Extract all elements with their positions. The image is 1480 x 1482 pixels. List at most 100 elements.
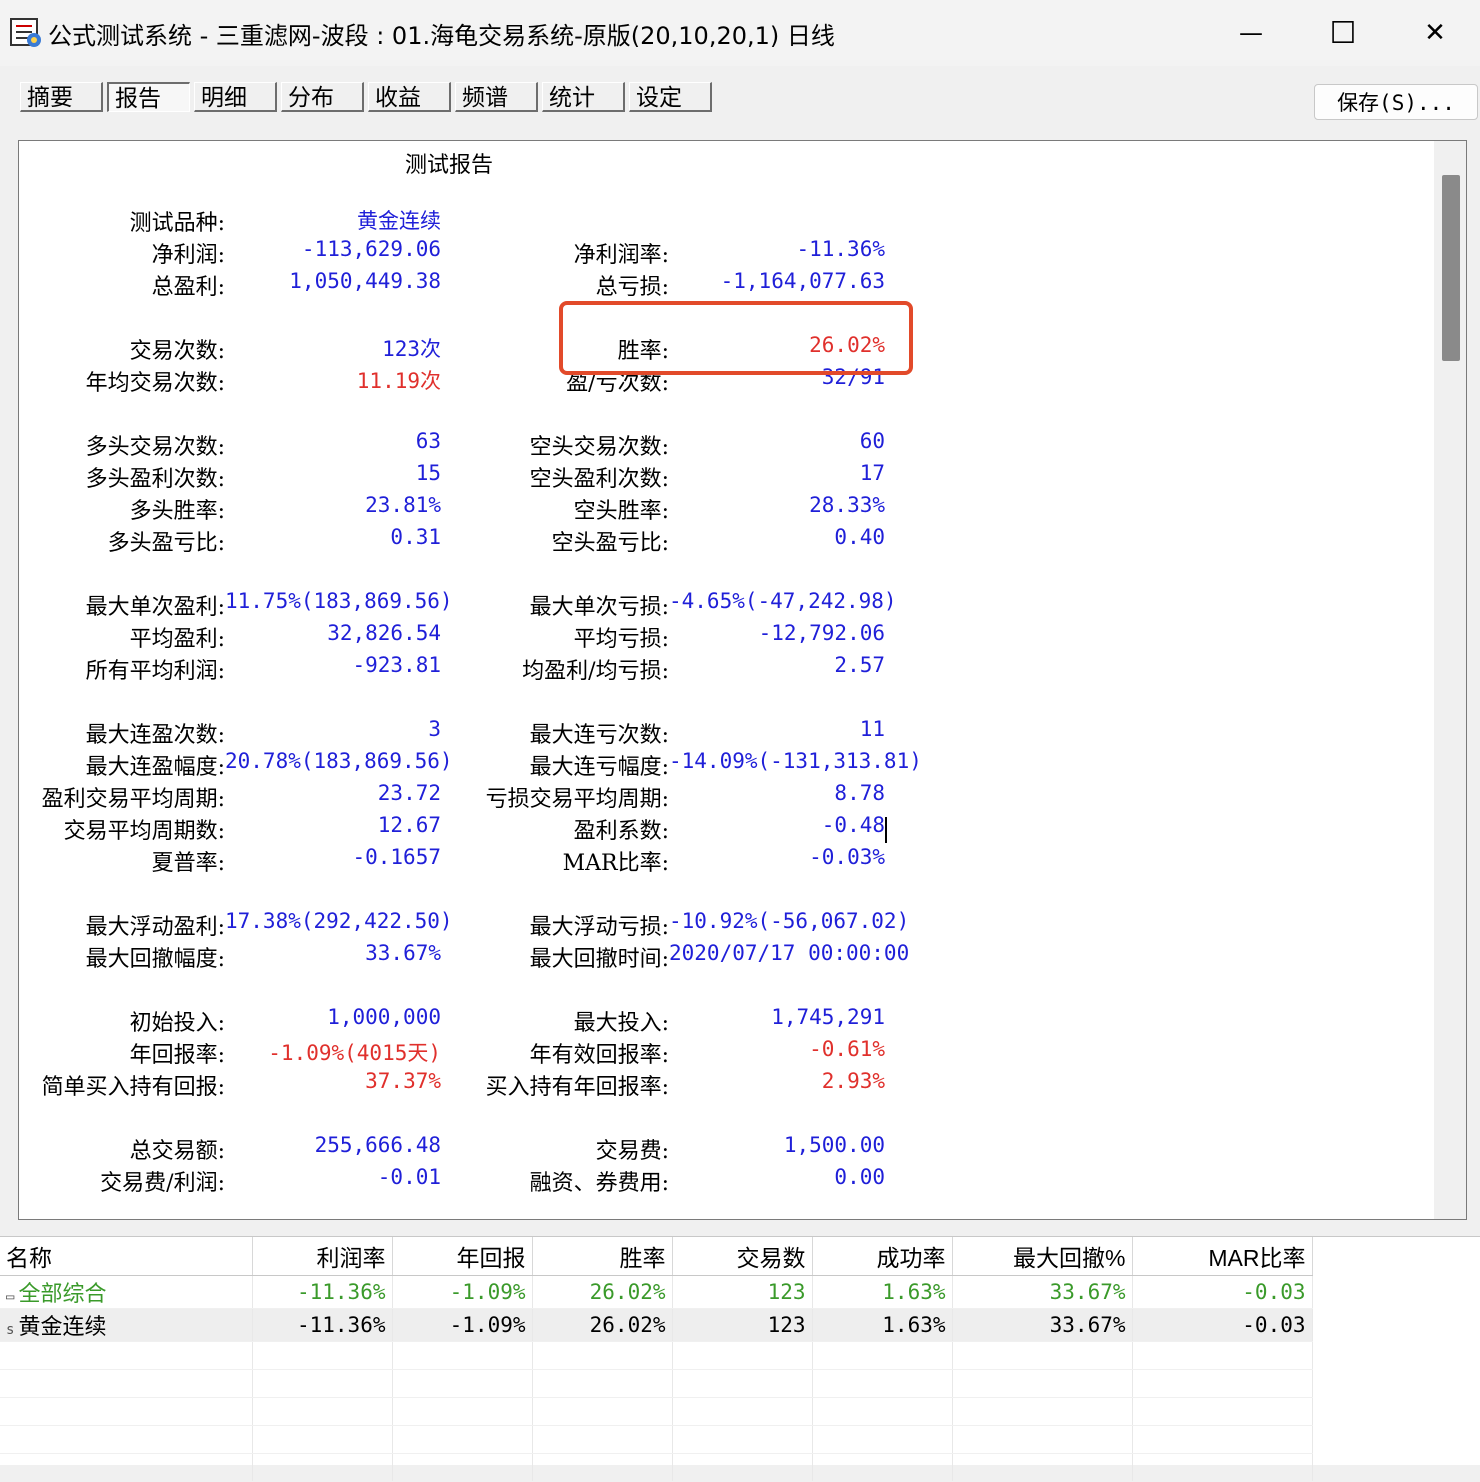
report-row: 多头盈利次数: 15 空头盈利次数: 17 <box>19 461 1019 492</box>
column-header[interactable]: 最大回撤% <box>952 1237 1133 1276</box>
metric-value: 8.78 <box>834 781 885 805</box>
empty-cell <box>0 1369 253 1398</box>
tab-4[interactable]: 收益 <box>368 82 451 112</box>
empty-cell <box>952 1453 1133 1482</box>
report-row: 总盈利: 1,050,449.38 总亏损: -1,164,077.63 <box>19 269 1019 300</box>
empty-cell <box>0 1453 253 1482</box>
close-button[interactable]: ✕ <box>1390 8 1480 58</box>
table-cell: -0.03 <box>1132 1275 1313 1309</box>
column-header[interactable]: 名称 <box>0 1237 253 1276</box>
report-row: 夏普率: -0.1657 MAR比率: -0.03% <box>19 845 1019 876</box>
metric-value: 1,000,000 <box>327 1005 441 1029</box>
metric-value: 0.40 <box>834 525 885 549</box>
tab-1[interactable]: 报告 <box>107 82 190 112</box>
report-row: 所有平均利润: -923.81 均盈利/均亏损: 2.57 <box>19 653 1019 684</box>
metric-value: 32,826.54 <box>327 621 441 645</box>
metric-label: 多头盈利次数: <box>85 467 225 492</box>
table-cell: -1.09% <box>392 1275 533 1309</box>
summary-table-panel: 名称 利润率 年回报 胜率 交易数 成功率 最大回撤% MAR比率 ▭ 全部综合 -11.36% -1… <box>0 1236 1480 1482</box>
metric-label: 最大连盈幅度: <box>85 755 225 780</box>
scrollbar-thumb[interactable] <box>1442 175 1460 361</box>
empty-cell <box>0 1341 253 1370</box>
save-button[interactable]: 保存(S)... <box>1314 84 1478 120</box>
metric-label: 平均盈利: <box>129 627 225 652</box>
empty-cell <box>532 1425 673 1454</box>
metric-label: 亏损交易平均周期: <box>485 787 669 812</box>
report-row: 最大连盈幅度: 20.78%(183,869.56) 最大连亏幅度: -14.09%(… <box>19 749 1019 780</box>
column-header[interactable]: MAR比率 <box>1132 1237 1313 1276</box>
table-row[interactable]: ▭ 全部综合 -11.36% -1.09% 26.02% 123 1.63% 33.67% -0… <box>0 1275 1313 1309</box>
table-cell: -0.03 <box>1132 1308 1313 1342</box>
report-row: 最大连盈次数: 3 最大连亏次数: 11 <box>19 717 1019 748</box>
empty-cell <box>672 1453 813 1482</box>
maximize-icon: ☐ <box>1329 15 1357 51</box>
report-row: 交易费/利润: -0.01 融资、券费用: 0.00 <box>19 1165 1019 1196</box>
metric-value: 37.37% <box>365 1069 441 1093</box>
report-row: 最大浮动盈利: 17.38%(292,422.50) 最大浮动亏损: -10.92%(… <box>19 909 1019 940</box>
metric-value: -923.81 <box>352 653 441 677</box>
metric-label: 盈利系数: <box>573 819 669 844</box>
metric-value: 63 <box>415 429 441 453</box>
metric-label: 买入持有年回报率: <box>485 1075 669 1100</box>
minimize-button[interactable]: — <box>1206 8 1296 58</box>
minimize-icon: — <box>1239 19 1263 47</box>
empty-row <box>0 1453 1313 1482</box>
metric-value: 3 <box>428 717 441 741</box>
metric-label: 交易费: <box>595 1139 669 1164</box>
metric-value: 2.57 <box>834 653 885 677</box>
metric-label: 所有平均利润: <box>85 659 225 684</box>
empty-cell <box>392 1369 533 1398</box>
empty-cell <box>532 1369 673 1398</box>
vertical-scrollbar[interactable] <box>1434 141 1466 1219</box>
metric-label: 最大连亏幅度: <box>529 755 669 780</box>
metric-label: 年有效回报率: <box>529 1043 669 1068</box>
tab-5[interactable]: 频谱 <box>455 82 538 112</box>
maximize-button[interactable]: ☐ <box>1298 8 1388 58</box>
empty-cell <box>812 1341 953 1370</box>
metric-value: 23.81% <box>365 493 441 517</box>
report-row: 盈利交易平均周期: 23.72 亏损交易平均周期: 8.78 <box>19 781 1019 812</box>
tab-2[interactable]: 明细 <box>194 82 277 112</box>
metric-value: -0.03% <box>809 845 885 869</box>
report-title: 测试报告 <box>405 153 494 178</box>
metric-label: 夏普率: <box>151 851 225 876</box>
column-header[interactable]: 利润率 <box>252 1237 393 1276</box>
metric-value: 23.72 <box>377 781 441 805</box>
table-row[interactable]: s 黄金连续 -11.36% -1.09% 26.02% 123 1.63% 33.67% -0… <box>0 1308 1313 1342</box>
column-header[interactable]: 胜率 <box>532 1237 673 1276</box>
tab-7[interactable]: 设定 <box>629 82 712 112</box>
metric-label: 净利润率: <box>573 243 669 268</box>
report-row: 简单买入持有回报: 37.37% 买入持有年回报率: 2.93% <box>19 1069 1019 1100</box>
metric-value: -113,629.06 <box>301 237 441 261</box>
empty-row <box>0 1397 1313 1426</box>
report-row: 平均盈利: 32,826.54 平均亏损: -12,792.06 <box>19 621 1019 652</box>
table-cell: 1.63% <box>812 1275 953 1309</box>
metric-label: 总交易额: <box>129 1139 225 1164</box>
window-title: 公式测试系统 - 三重滤网-波段 : 01.海龟交易系统-原版(20,10,20… <box>48 22 835 50</box>
metric-label: 最大回撤幅度: <box>85 947 225 972</box>
metric-label: 最大连亏次数: <box>529 723 669 748</box>
metric-value: 0.31 <box>390 525 441 549</box>
metric-label: 空头交易次数: <box>529 435 669 460</box>
tab-3[interactable]: 分布 <box>281 82 364 112</box>
metric-label: 空头盈利次数: <box>529 467 669 492</box>
empty-cell <box>1132 1425 1313 1454</box>
metric-label: 最大连盈次数: <box>85 723 225 748</box>
table-cell: -1.09% <box>392 1308 533 1342</box>
metric-label: 空头胜率: <box>573 499 669 524</box>
table-cell: 123 <box>672 1308 813 1342</box>
metric-value: -4.65%(-47,242.98) <box>669 589 897 613</box>
metric-label: 总盈利: <box>151 275 225 300</box>
metric-value: -0.61% <box>809 1037 885 1061</box>
tab-0[interactable]: 摘要 <box>20 82 103 112</box>
report-row: 年回报率: -1.09%(4015天) 年有效回报率: -0.61% <box>19 1037 1019 1068</box>
column-header[interactable]: 年回报 <box>392 1237 533 1276</box>
metric-value: 11.75%(183,869.56) <box>225 589 453 613</box>
empty-cell <box>812 1369 953 1398</box>
column-header[interactable]: 交易数 <box>672 1237 813 1276</box>
text-caret <box>885 817 887 843</box>
metric-value: 1,745,291 <box>771 1005 885 1029</box>
metric-value: 28.33% <box>809 493 885 517</box>
column-header[interactable]: 成功率 <box>812 1237 953 1276</box>
tab-6[interactable]: 统计 <box>542 82 625 112</box>
